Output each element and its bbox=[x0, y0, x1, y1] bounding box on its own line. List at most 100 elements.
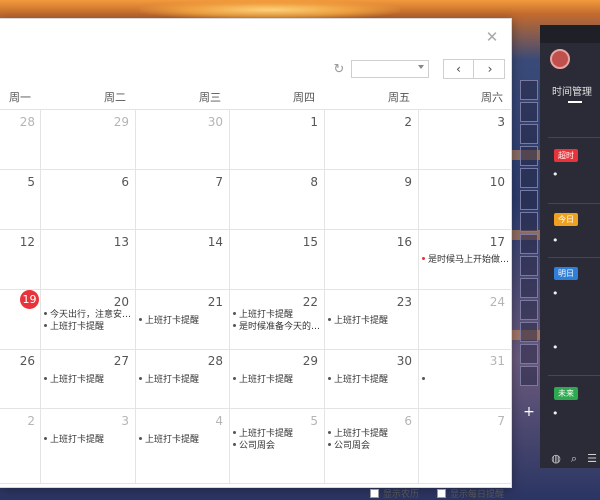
task-item[interactable]: • bbox=[552, 341, 559, 354]
header-divider bbox=[0, 109, 512, 110]
show-daily-checkbox[interactable]: 显示每日提醒 bbox=[437, 489, 504, 500]
side-tab[interactable] bbox=[520, 102, 538, 122]
dot-icon bbox=[139, 377, 142, 380]
day-cell-number[interactable]: 8 bbox=[230, 175, 318, 189]
calendar-event[interactable]: 公司周会 bbox=[328, 440, 417, 452]
calendar-event[interactable]: 是时候马上开始做… bbox=[422, 254, 508, 266]
calendar-event[interactable]: 上班打卡提醒 bbox=[233, 374, 323, 386]
day-cell-number[interactable]: 17 bbox=[419, 235, 505, 249]
today-day-number[interactable]: 19 bbox=[20, 290, 39, 309]
calendar-event[interactable]: 上班打卡提醒 bbox=[328, 428, 417, 440]
day-cell-number[interactable]: 29 bbox=[41, 115, 129, 129]
close-icon[interactable]: ✕ bbox=[484, 29, 500, 45]
search-icon[interactable]: ⌕ bbox=[568, 453, 580, 465]
day-cell-number[interactable]: 22 bbox=[230, 295, 318, 309]
day-cell-number[interactable]: 28 bbox=[136, 354, 223, 368]
refresh-icon[interactable]: ↻ bbox=[332, 63, 346, 77]
side-tab[interactable] bbox=[520, 234, 538, 254]
calendar-event[interactable]: 上班打卡提醒 bbox=[139, 315, 228, 327]
task-item[interactable]: • bbox=[552, 168, 559, 181]
day-cell-number[interactable]: 24 bbox=[419, 295, 505, 309]
day-cell-number[interactable]: 20 bbox=[41, 295, 129, 309]
day-cell-number[interactable]: 7 bbox=[136, 175, 223, 189]
side-tab[interactable] bbox=[520, 278, 538, 298]
show-lunar-checkbox[interactable]: 显示农历 bbox=[370, 489, 419, 500]
side-tab[interactable] bbox=[520, 146, 538, 166]
day-cell-number[interactable]: 21 bbox=[136, 295, 223, 309]
day-cell-number[interactable]: 16 bbox=[325, 235, 412, 249]
day-cell-number[interactable]: 15 bbox=[230, 235, 318, 249]
avatar[interactable] bbox=[550, 49, 570, 69]
day-cell-number[interactable]: 6 bbox=[41, 175, 129, 189]
menu-icon[interactable]: ☰ bbox=[586, 453, 598, 465]
dot-icon bbox=[139, 437, 142, 440]
user-group-icon[interactable]: ◍ bbox=[550, 453, 562, 465]
side-tab[interactable] bbox=[520, 256, 538, 276]
side-tab[interactable] bbox=[520, 168, 538, 188]
calendar-event[interactable]: 上班打卡提醒 bbox=[328, 315, 417, 327]
side-tab[interactable] bbox=[520, 344, 538, 364]
calendar-event[interactable]: 上班打卡提醒 bbox=[44, 434, 134, 446]
show-daily-label: 显示每日提醒 bbox=[450, 490, 505, 500]
day-cell-number[interactable]: 3 bbox=[419, 115, 505, 129]
day-cell-number[interactable]: 31 bbox=[419, 354, 505, 368]
dot-icon bbox=[139, 318, 142, 321]
calendar-event[interactable]: 上班打卡提醒 bbox=[233, 309, 323, 321]
day-cell-number[interactable]: 4 bbox=[136, 414, 223, 428]
day-cell-number[interactable]: 1 bbox=[230, 115, 318, 129]
day-cell-number[interactable]: 30 bbox=[325, 354, 412, 368]
view-select[interactable] bbox=[351, 60, 429, 78]
calendar-event[interactable]: 上班打卡提醒 bbox=[233, 428, 323, 440]
dot-icon bbox=[233, 324, 236, 327]
task-item[interactable]: • bbox=[552, 287, 559, 300]
side-tab[interactable] bbox=[520, 80, 538, 100]
day-cell-number[interactable]: 27 bbox=[41, 354, 129, 368]
day-cell-number[interactable]: 10 bbox=[419, 175, 505, 189]
day-cell-number[interactable]: 14 bbox=[136, 235, 223, 249]
day-cell-number[interactable]: 6 bbox=[325, 414, 412, 428]
calendar-event[interactable]: 今天出行，注意安… bbox=[44, 309, 134, 321]
task-item[interactable]: • bbox=[552, 234, 559, 247]
next-month-button[interactable]: › bbox=[475, 60, 505, 78]
divider bbox=[548, 257, 600, 258]
calendar-event[interactable]: 上班打卡提醒 bbox=[139, 434, 228, 446]
dot-icon bbox=[44, 437, 47, 440]
day-cell-number[interactable]: 12 bbox=[0, 235, 35, 249]
day-cell-number[interactable]: 9 bbox=[325, 175, 412, 189]
day-cell-number[interactable]: 7 bbox=[419, 414, 505, 428]
prev-month-button[interactable]: ‹ bbox=[444, 60, 474, 78]
day-cell-number[interactable]: 23 bbox=[325, 295, 412, 309]
day-cell-number[interactable]: 5 bbox=[230, 414, 318, 428]
month-nav: ‹ › bbox=[443, 59, 505, 79]
day-cell-number[interactable]: 29 bbox=[230, 354, 318, 368]
calendar-event[interactable]: 上班打卡提醒 bbox=[139, 374, 228, 386]
calendar-event[interactable]: 公司周会 bbox=[233, 440, 323, 452]
day-cell-number[interactable]: 13 bbox=[41, 235, 129, 249]
day-cell-number[interactable]: 2 bbox=[325, 115, 412, 129]
calendar-event[interactable]: 上班打卡提醒 bbox=[328, 374, 417, 386]
side-tab[interactable] bbox=[520, 124, 538, 144]
divider bbox=[548, 375, 600, 376]
day-cell-number[interactable]: 2 bbox=[0, 414, 35, 428]
calendar-event[interactable]: 上班打卡提醒 bbox=[44, 374, 134, 386]
day-cell-number[interactable]: 26 bbox=[0, 354, 35, 368]
side-tab[interactable] bbox=[520, 300, 538, 320]
calendar-event[interactable]: 是时候准备今天的… bbox=[233, 321, 323, 333]
task-item[interactable]: • bbox=[552, 407, 559, 420]
side-tab[interactable] bbox=[520, 322, 538, 342]
add-tab-icon[interactable]: + bbox=[520, 403, 538, 421]
side-tab[interactable] bbox=[520, 212, 538, 232]
calendar-event[interactable] bbox=[422, 374, 452, 386]
event-label: 上班打卡提醒 bbox=[50, 375, 105, 385]
day-cell-number[interactable]: 3 bbox=[41, 414, 129, 428]
day-cell-number[interactable]: 5 bbox=[0, 175, 35, 189]
calendar-event[interactable]: 上班打卡提醒 bbox=[44, 321, 134, 333]
event-label: 公司周会 bbox=[239, 441, 276, 451]
side-tab[interactable] bbox=[520, 190, 538, 210]
vertical-tab-strip: + bbox=[516, 80, 538, 480]
day-cell-number[interactable]: 30 bbox=[136, 115, 223, 129]
side-tab[interactable] bbox=[520, 366, 538, 386]
weekday-tue: 周二 bbox=[104, 91, 126, 104]
day-cell-number[interactable]: 28 bbox=[0, 115, 35, 129]
event-label: 公司周会 bbox=[334, 441, 371, 451]
